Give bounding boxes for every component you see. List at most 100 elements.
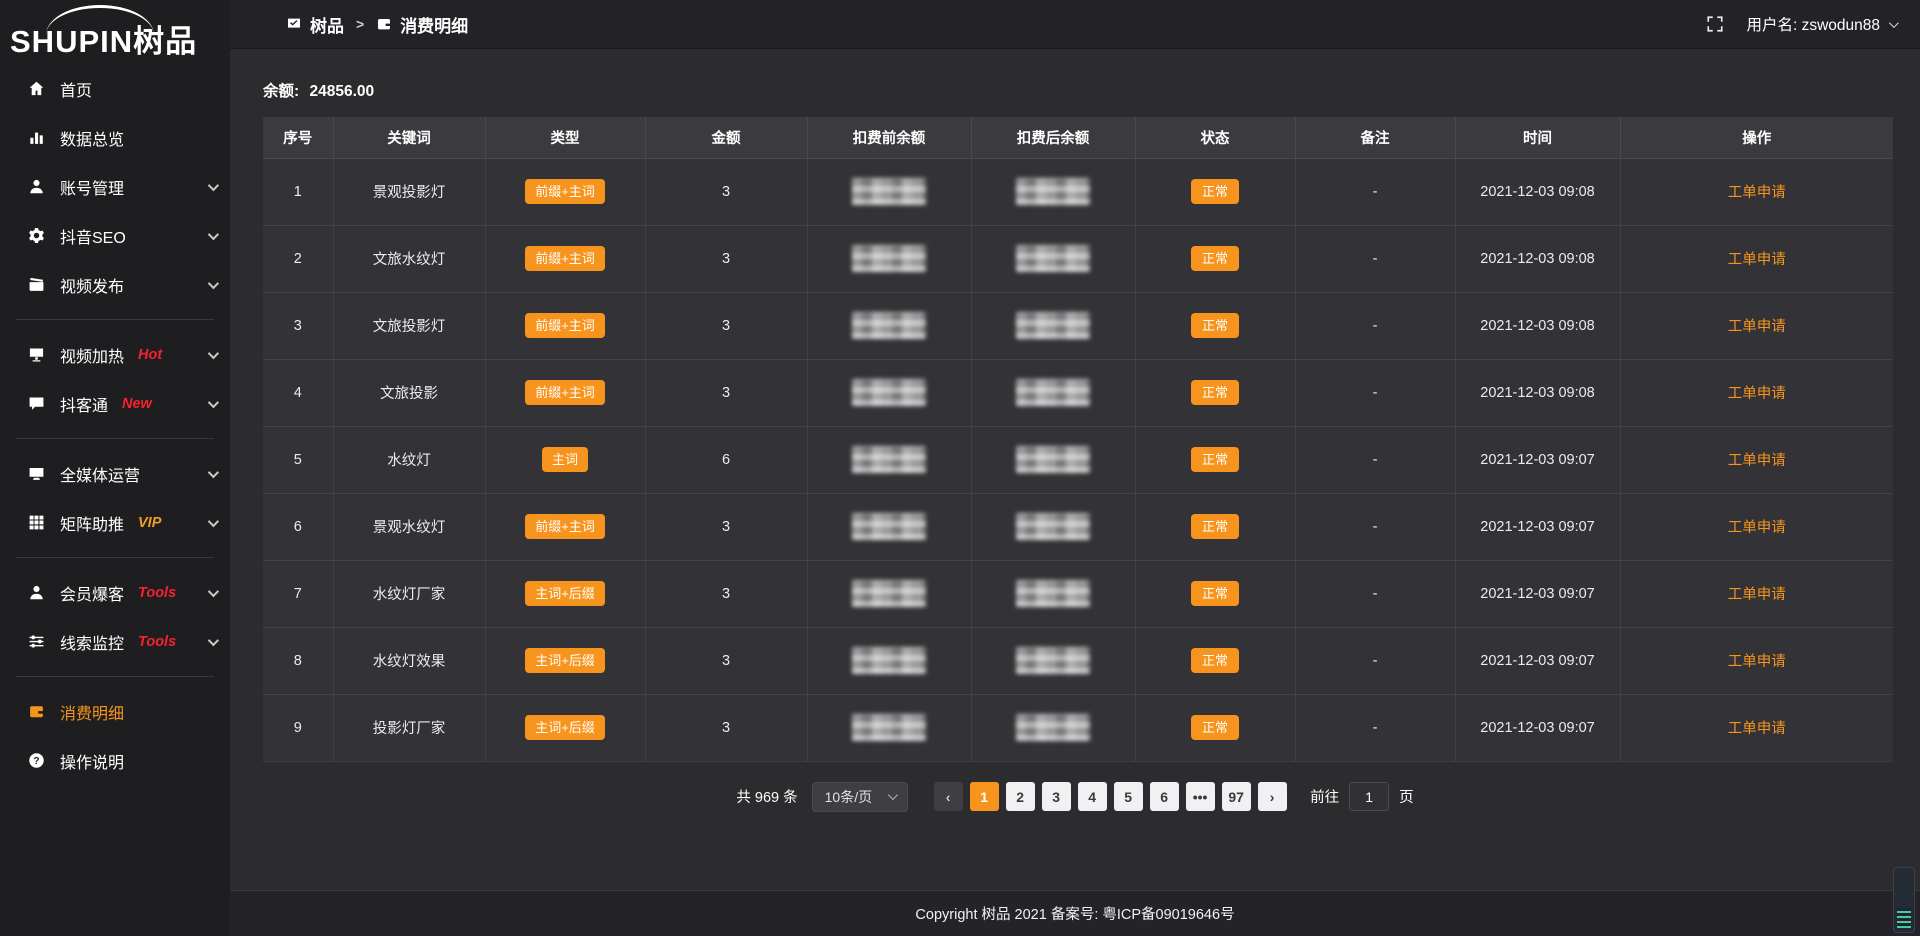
app-icon [286,16,302,32]
chevron-down-icon [208,179,219,190]
sidebar-item-help[interactable]: ?操作说明 [0,736,230,785]
sidebar-item-seo[interactable]: 抖音SEO [0,211,230,260]
sidebar-item-home[interactable]: 首页 [0,64,230,113]
sidebar-item-member[interactable]: 会员爆客Tools [0,568,230,617]
row-action: 工单申请 [1620,560,1893,627]
work-order-link[interactable]: 工单申请 [1728,185,1786,201]
user-dropdown[interactable]: 用户名: zswodun88 [1746,13,1896,35]
row-amount: 3 [645,292,807,359]
masked-value [1016,580,1090,607]
fullscreen-icon[interactable] [1706,15,1724,33]
row-balance-before [807,627,971,694]
page-button-6[interactable]: 6 [1150,782,1179,811]
sidebar-item-douketong[interactable]: 抖客通New [0,379,230,428]
column-header: 操作 [1620,117,1893,158]
masked-value [1016,647,1090,674]
work-order-link[interactable]: 工单申请 [1728,386,1786,402]
masked-value [1016,446,1090,473]
sidebar-item-overview[interactable]: 数据总览 [0,113,230,162]
masked-value [852,379,926,406]
row-keyword: 投影灯厂家 [333,694,485,761]
row-amount: 6 [645,426,807,493]
table-row: 8水纹灯效果主词+后缀3正常-2021-12-03 09:07工单申请 [263,627,1893,694]
gear-icon [27,227,45,245]
goto-page-input[interactable] [1349,782,1389,811]
row-keyword: 文旅投影灯 [333,292,485,359]
sidebar-item-account[interactable]: 账号管理 [0,162,230,211]
balance: 余额: 24856.00 [263,79,1920,101]
goto-label: 前往 [1310,786,1339,807]
row-keyword: 景观投影灯 [333,158,485,225]
column-header: 扣费后余额 [971,117,1135,158]
row-index: 3 [263,292,333,359]
sidebar-item-publish[interactable]: 视频发布 [0,260,230,309]
row-amount: 3 [645,560,807,627]
row-balance-after [971,493,1135,560]
sidebar-item-clue[interactable]: 线索监控Tools [0,617,230,666]
table-row: 6景观水纹灯前缀+主词3正常-2021-12-03 09:07工单申请 [263,493,1893,560]
row-status-badge: 正常 [1191,514,1239,539]
row-type-badge: 前缀+主词 [525,246,605,271]
page-button-97[interactable]: 97 [1222,782,1251,811]
sidebar-item-consume[interactable]: 消费明细 [0,687,230,736]
prev-page-button[interactable]: ‹ [934,782,963,811]
work-order-link[interactable]: 工单申请 [1728,319,1786,335]
question-icon: ? [27,752,45,770]
row-type-badge: 前缀+主词 [525,313,605,338]
chevron-down-icon [208,347,219,358]
row-amount: 3 [645,359,807,426]
row-index: 9 [263,694,333,761]
sidebar-item-matrix[interactable]: 矩阵助推VIP [0,498,230,547]
page-size-select[interactable]: 10条/页 [812,782,908,812]
row-time: 2021-12-03 09:07 [1455,560,1620,627]
row-keyword: 文旅投影 [333,359,485,426]
row-type: 主词+后缀 [485,627,645,694]
page-button-4[interactable]: 4 [1078,782,1107,811]
row-balance-after [971,560,1135,627]
row-remark: - [1295,359,1455,426]
work-order-link[interactable]: 工单申请 [1728,654,1786,670]
work-order-link[interactable]: 工单申请 [1728,520,1786,536]
app-logo[interactable]: SHUPIN树品 [0,0,230,62]
breadcrumb-item[interactable]: 树品 [286,12,344,37]
row-balance-before [807,560,971,627]
pagination: 共 969 条 10条/页 ‹ 123456•••97 › 前往 页 [230,782,1920,812]
breadcrumb-item[interactable]: 消费明细 [376,12,468,37]
page-button-1[interactable]: 1 [970,782,999,811]
sidebar-item-media[interactable]: 全媒体运营 [0,449,230,498]
work-order-link[interactable]: 工单申请 [1728,587,1786,603]
sidebar-item-badge: New [122,396,152,412]
row-remark: - [1295,158,1455,225]
work-order-link[interactable]: 工单申请 [1728,252,1786,268]
work-order-link[interactable]: 工单申请 [1728,453,1786,469]
svg-text:?: ? [33,756,39,767]
page-ellipsis-button[interactable]: ••• [1186,782,1215,811]
row-status: 正常 [1135,493,1295,560]
row-index: 1 [263,158,333,225]
page-button-5[interactable]: 5 [1114,782,1143,811]
page-button-2[interactable]: 2 [1006,782,1035,811]
work-order-link[interactable]: 工单申请 [1728,721,1786,737]
row-balance-after [971,359,1135,426]
breadcrumb: 树品 > 消费明细 [286,12,468,37]
page-button-3[interactable]: 3 [1042,782,1071,811]
row-time: 2021-12-03 09:07 [1455,627,1620,694]
sidebar-item-label: 消费明细 [60,700,124,724]
breadcrumb-separator: > [356,16,364,32]
wallet-icon [376,16,392,32]
row-index: 5 [263,426,333,493]
row-remark: - [1295,225,1455,292]
float-service-widget[interactable] [1893,867,1915,933]
sidebar-item-badge: VIP [138,515,161,531]
menu-divider [16,438,214,439]
row-type-badge: 主词 [542,447,588,472]
row-amount: 3 [645,694,807,761]
row-type-badge: 主词+后缀 [525,581,605,606]
main-content: 余额: 24856.00 序号关键词类型金额扣费前余额扣费后余额状态备注时间操作… [230,49,1920,936]
row-action: 工单申请 [1620,292,1893,359]
next-page-button[interactable]: › [1258,782,1287,811]
sidebar-item-label: 数据总览 [60,126,124,150]
row-action: 工单申请 [1620,694,1893,761]
sidebar-item-heat[interactable]: 视频加热Hot [0,330,230,379]
page-size-value: 10条/页 [825,787,872,807]
